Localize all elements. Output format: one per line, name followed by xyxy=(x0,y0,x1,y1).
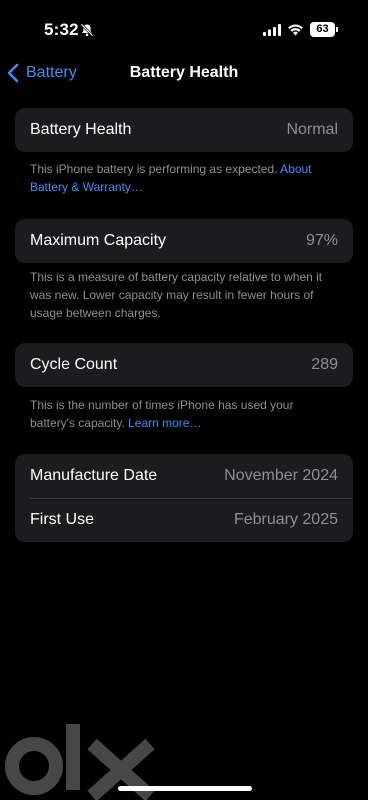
first-use-value: February 2025 xyxy=(233,511,338,528)
dates-card: Manufacture Date November 2024 First Use… xyxy=(15,454,353,542)
status-bar: 5:32 63 xyxy=(0,0,368,56)
manufacture-date-label: Manufacture Date xyxy=(30,467,158,484)
battery-health-value: Normal xyxy=(286,121,338,138)
cycle-count-card: Cycle Count 289 xyxy=(15,343,353,387)
maximum-capacity-footnote: This is a measure of battery capacity re… xyxy=(30,270,323,320)
manufacture-date-value: November 2024 xyxy=(224,467,338,484)
maximum-capacity-value: 97% xyxy=(305,232,338,249)
cycle-count-value: 289 xyxy=(311,356,338,373)
battery-nub xyxy=(336,27,338,32)
status-time: 5:32 xyxy=(44,20,79,39)
battery-icon: 63 xyxy=(310,22,335,37)
back-button-label: Battery xyxy=(26,64,77,81)
manufacture-date-row: Manufacture Date November 2024 xyxy=(15,454,353,498)
nav-bar: Battery Health Battery xyxy=(0,56,368,90)
cycle-count-label: Cycle Count xyxy=(30,356,118,373)
learn-more-link[interactable]: Learn more… xyxy=(128,416,201,430)
battery-health-row[interactable]: Battery Health Normal xyxy=(15,108,353,152)
back-button[interactable]: Battery xyxy=(6,60,77,86)
battery-health-footnote: This iPhone battery is performing as exp… xyxy=(30,160,340,196)
bell-slash-icon xyxy=(80,23,94,37)
signal-icon xyxy=(263,24,281,36)
wifi-icon xyxy=(288,24,303,36)
battery-health-footnote-text: This iPhone battery is performing as exp… xyxy=(30,162,281,176)
home-indicator[interactable] xyxy=(118,786,252,791)
first-use-row: First Use February 2025 xyxy=(15,498,353,542)
battery-health-card[interactable]: Battery Health Normal xyxy=(15,108,353,152)
battery-health-label: Battery Health xyxy=(30,121,132,138)
first-use-label: First Use xyxy=(30,511,94,528)
maximum-capacity-card: Maximum Capacity 97% xyxy=(15,219,353,263)
cycle-count-footnote: This is the number of times iPhone has u… xyxy=(30,396,340,432)
battery-level: 63 xyxy=(316,23,329,35)
maximum-capacity-row: Maximum Capacity 97% xyxy=(15,219,353,263)
chevron-left-icon xyxy=(7,63,19,83)
cycle-count-row: Cycle Count 289 xyxy=(15,343,353,387)
maximum-capacity-label: Maximum Capacity xyxy=(30,232,167,249)
